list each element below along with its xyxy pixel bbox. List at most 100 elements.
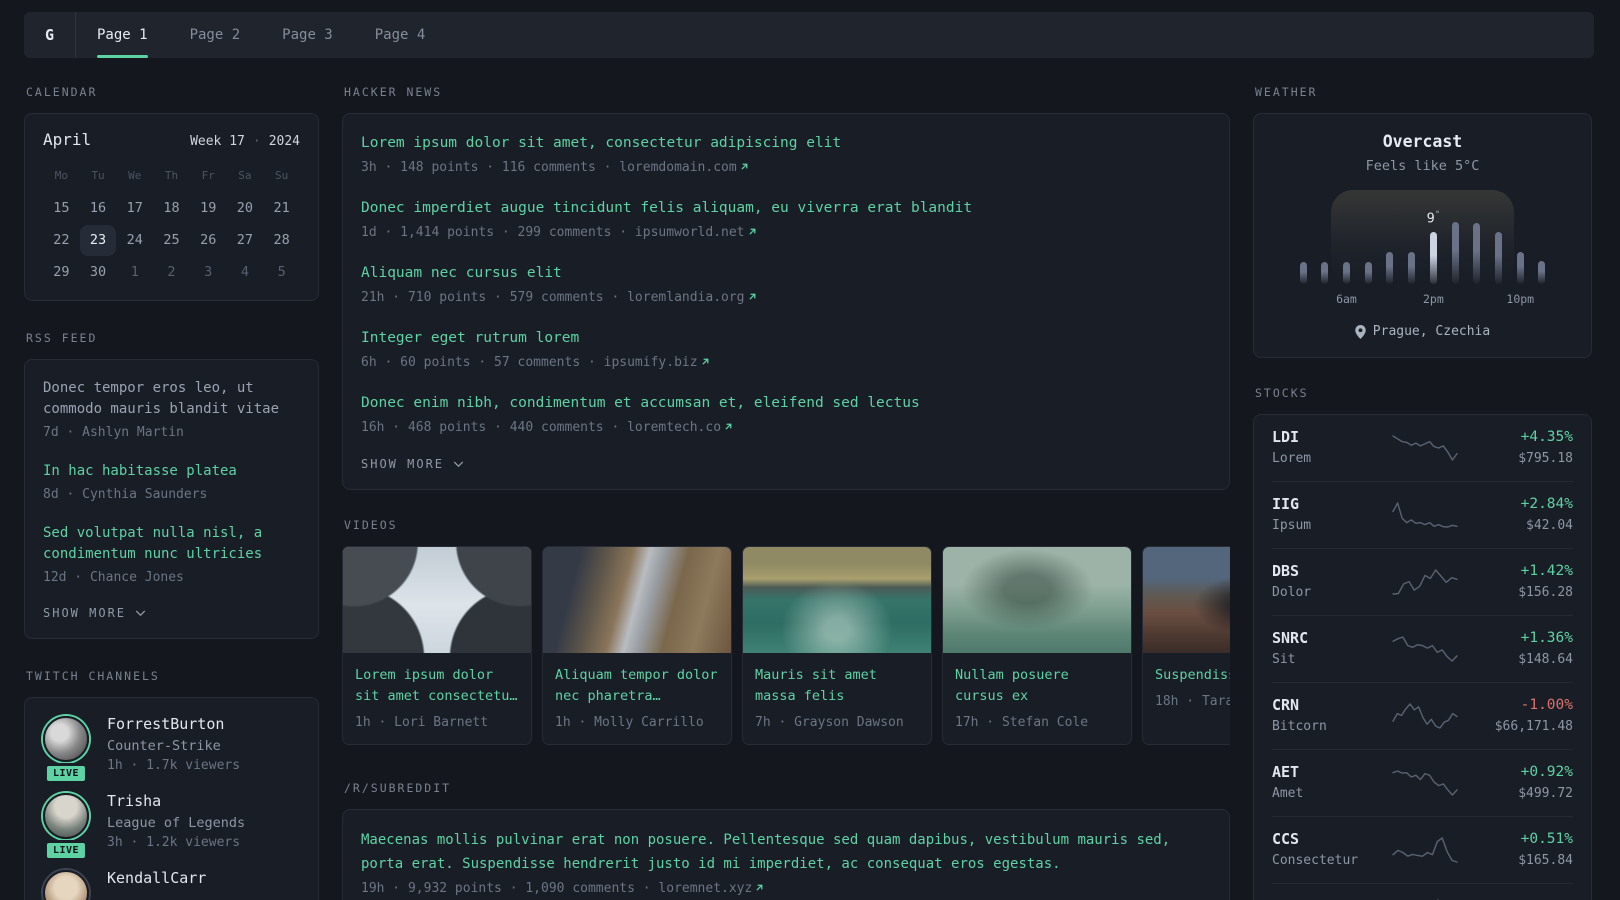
weather-bar — [1516, 252, 1524, 284]
hn-show-more-button[interactable]: SHOW MORE — [361, 457, 1211, 471]
stock-row[interactable]: AHS +0.46% — [1272, 884, 1573, 900]
weather-bar — [1538, 261, 1546, 284]
stock-price: $165.84 — [1518, 853, 1573, 868]
calendar-card: April Week 17 · 2024 Mo Tu We Th Fr Sa Su 15 16 1… — [24, 113, 319, 301]
weather-tick-label: 10pm — [1506, 292, 1535, 306]
calendar-day: 16 — [89, 200, 107, 216]
video-title: Lorem ipsum dolor sit amet consectetu… — [355, 667, 518, 704]
video-card[interactable]: Lorem ipsum dolor sit amet consectetu… 1… — [342, 546, 532, 745]
stock-symbol: DBS — [1272, 562, 1300, 580]
videos-section-title: VIDEOS — [344, 518, 398, 532]
calendar-week-year: Week 17 · 2024 — [190, 134, 300, 149]
stocks-widget: STOCKS LDI Lorem +4.35% $795.18 IIG Ipsum +… — [1253, 386, 1592, 900]
tab-page-1[interactable]: Page 1 — [76, 12, 169, 58]
video-card[interactable]: Nullam posuere cursus ex 17h · Stefan Co… — [942, 546, 1132, 745]
weather-bar — [1494, 232, 1502, 284]
video-card[interactable]: Mauris sit amet massa felis 7h · Grayson… — [742, 546, 932, 745]
calendar-weekday: We — [128, 169, 142, 182]
calendar-header: April Week 17 · 2024 — [43, 130, 300, 149]
twitch-channel-item[interactable]: LIVE Trisha League of Legends 3h · 1.2k … — [43, 791, 300, 861]
external-link-icon — [749, 293, 755, 300]
rss-item: In hac habitasse platea 8d · Cynthia Sau… — [43, 461, 300, 505]
rss-item-meta: 12d · Chance Jones — [43, 570, 184, 585]
stock-row[interactable]: AET Amet +0.92% $499.72 — [1272, 750, 1573, 817]
map-pin-icon — [1355, 324, 1366, 339]
top-navigation-bar: G Page 1 Page 2 Page 3 Page 4 — [24, 12, 1594, 58]
stock-row[interactable]: LDI Lorem +4.35% $795.18 — [1272, 415, 1573, 482]
hn-story: Donec enim nibh, condimentum et accumsan… — [361, 392, 1211, 439]
video-thumbnail — [943, 547, 1131, 653]
hn-story-meta: 3h · 148 points · 116 comments · loremdo… — [361, 157, 1211, 179]
tab-page-2[interactable]: Page 2 — [169, 12, 262, 58]
rss-item-link[interactable]: In hac habitasse platea — [43, 461, 300, 482]
rss-item-link[interactable]: Sed volutpat nulla nisl, a condimentum n… — [43, 523, 300, 565]
calendar-day: 29 — [53, 264, 70, 280]
stocks-section-title: STOCKS — [1255, 386, 1309, 400]
channel-viewers: 3h · 1.2k viewers — [107, 835, 241, 850]
calendar-widget: CALENDAR April Week 17 · 2024 Mo Tu We Th Fr… — [24, 85, 319, 301]
stock-sparkline — [1380, 835, 1469, 865]
calendar-weekday: Th — [164, 169, 179, 182]
twitch-channel-item[interactable]: KendallCarr — [43, 868, 300, 900]
stock-row[interactable]: SNRC Sit +1.36% $148.64 — [1272, 616, 1573, 683]
weather-bar — [1321, 262, 1329, 284]
stock-row[interactable]: CCS Consectetur +0.51% $165.84 — [1272, 817, 1573, 884]
external-link-icon — [725, 423, 732, 430]
reddit-post-link[interactable]: Maecenas mollis pulvinar erat non posuer… — [361, 828, 1211, 876]
external-link-icon — [756, 884, 763, 891]
channel-name: KendallCarr — [107, 869, 207, 887]
video-title: Aliquam tempor dolor nec pharetra… — [555, 667, 718, 704]
rss-show-more-button[interactable]: SHOW MORE — [43, 606, 300, 620]
video-card[interactable]: Suspendisse diam 18h · Tara — [1142, 546, 1230, 745]
weather-bars — [1298, 190, 1548, 284]
stock-price: $42.04 — [1526, 518, 1573, 533]
calendar-weekday: Su — [275, 169, 289, 182]
weather-bar-current — [1429, 232, 1437, 284]
calendar-day: 1 — [130, 264, 139, 280]
calendar-day: 3 — [204, 264, 213, 280]
calendar-weekday: Sa — [238, 169, 252, 182]
video-thumbnail — [543, 547, 731, 653]
weather-tick-label: 6am — [1336, 292, 1357, 306]
hacker-news-section-title: HACKER NEWS — [344, 85, 443, 99]
show-more-label: SHOW MORE — [43, 606, 127, 620]
twitch-widget: TWITCH CHANNELS LIVE ForrestBurton Count… — [24, 669, 319, 900]
stock-change: +4.35% — [1520, 429, 1573, 445]
rss-item-link[interactable]: Donec tempor eros leo, ut commodo mauris… — [43, 378, 300, 420]
videos-row: Lorem ipsum dolor sit amet consectetu… 1… — [342, 546, 1230, 745]
rss-item-meta: 8d · Cynthia Saunders — [43, 487, 208, 502]
stock-price: $499.72 — [1518, 786, 1573, 801]
hn-story-link[interactable]: Donec imperdiet augue tincidunt felis al… — [361, 197, 1211, 219]
calendar-day: 4 — [240, 264, 249, 280]
tab-page-3[interactable]: Page 3 — [261, 12, 354, 58]
video-thumbnail — [743, 547, 931, 653]
app-logo[interactable]: G — [24, 12, 76, 58]
weather-tick-label: 2pm — [1422, 292, 1444, 306]
stock-row[interactable]: DBS Dolor +1.42% $156.28 — [1272, 549, 1573, 616]
stock-name: Consectetur — [1272, 853, 1359, 868]
weather-bar — [1364, 262, 1372, 284]
stock-row[interactable]: CRN Bitcorn -1.00% $66,171.48 — [1272, 683, 1573, 750]
video-title: Nullam posuere cursus ex — [955, 667, 1069, 704]
weather-location: Prague, Czechia — [1272, 324, 1573, 339]
stock-sparkline — [1380, 768, 1469, 798]
stock-symbol: LDI — [1272, 428, 1300, 446]
channel-game: League of Legends — [107, 815, 246, 831]
chevron-down-icon — [135, 610, 146, 616]
stock-sparkline — [1380, 634, 1469, 664]
video-card[interactable]: Aliquam tempor dolor nec pharetra… 1h · … — [542, 546, 732, 745]
hn-story-link[interactable]: Integer eget rutrum lorem — [361, 327, 1211, 349]
calendar-day: 24 — [126, 232, 143, 248]
calendar-month: April — [43, 130, 92, 149]
hn-story-link[interactable]: Lorem ipsum dolor sit amet, consectetur … — [361, 132, 1211, 154]
channel-game: Counter-Strike — [107, 738, 221, 754]
twitch-channel-item[interactable]: LIVE ForrestBurton Counter-Strike 1h · 1… — [43, 714, 300, 784]
channel-name: ForrestBurton — [107, 715, 225, 733]
hn-story-link[interactable]: Donec enim nibh, condimentum et accumsan… — [361, 392, 1211, 414]
tab-page-4[interactable]: Page 4 — [354, 12, 447, 58]
stock-row[interactable]: IIG Ipsum +2.84% $42.04 — [1272, 482, 1573, 549]
hn-story-link[interactable]: Aliquam nec cursus elit — [361, 262, 1211, 284]
weather-bar — [1299, 262, 1307, 284]
channel-viewers: 1h · 1.7k viewers — [107, 758, 241, 773]
rss-card: Donec tempor eros leo, ut commodo mauris… — [24, 359, 319, 639]
